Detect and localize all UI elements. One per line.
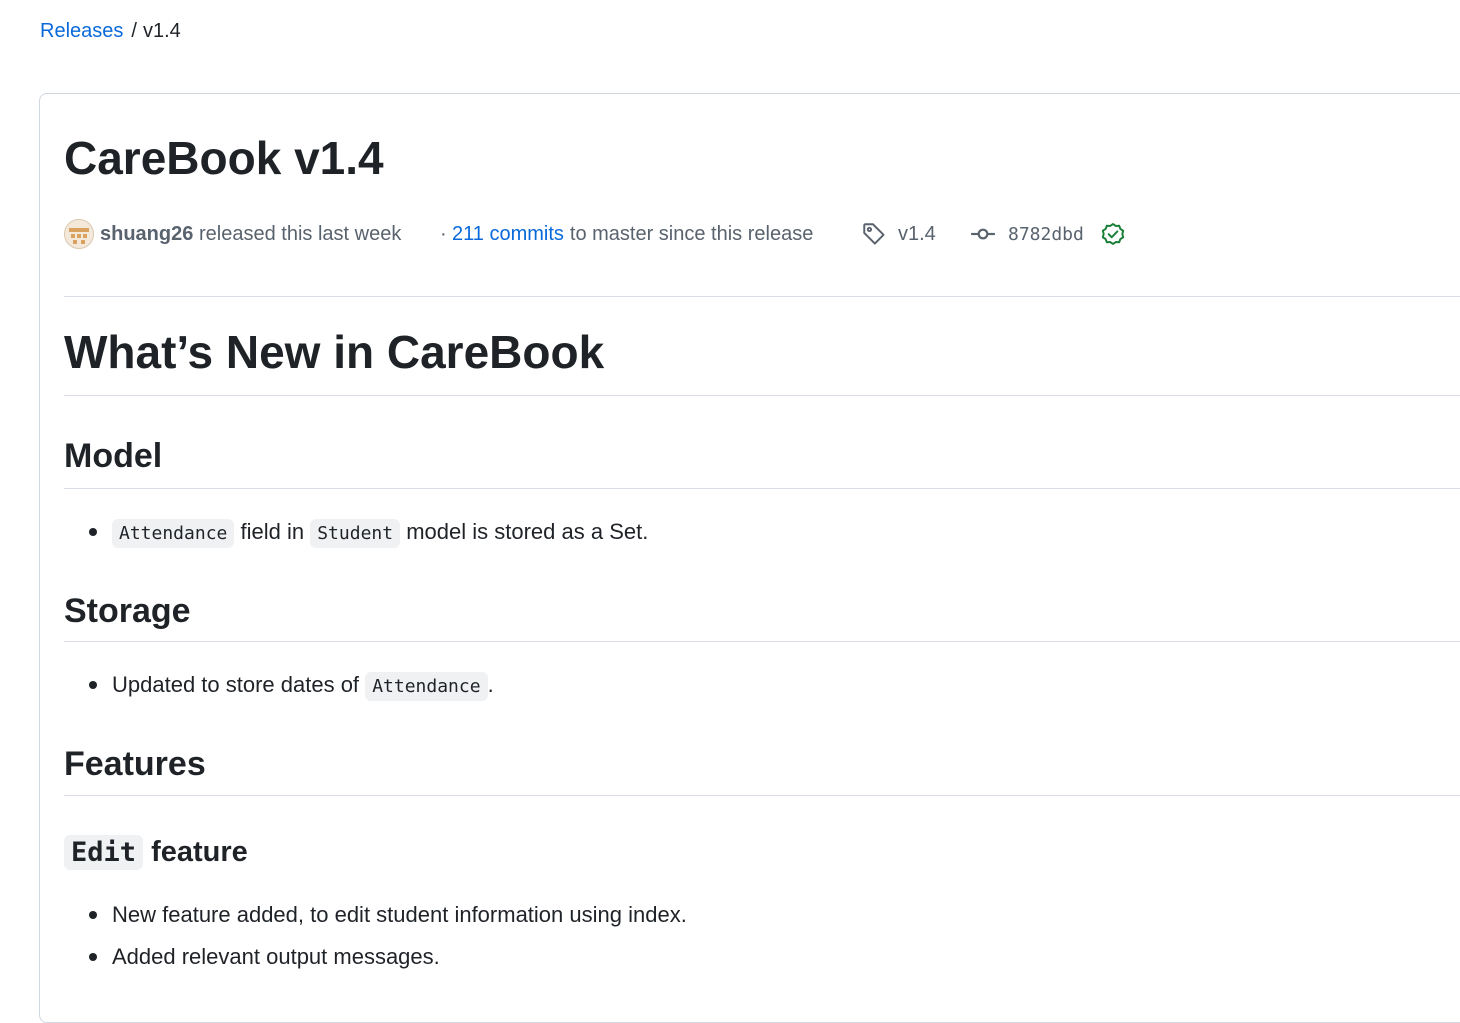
code-attendance: Attendance — [112, 519, 235, 548]
edit-feature-heading: Edit feature — [64, 832, 248, 873]
edit-feature-heading-text: feature — [151, 836, 248, 868]
list-item-text: model is stored as a Set. — [406, 519, 649, 544]
storage-list: Updated to store dates of Attendance. — [64, 664, 494, 708]
commit-sha-link[interactable]: 8782dbd — [1008, 216, 1084, 252]
tag-icon — [861, 216, 887, 252]
commits-link[interactable]: 211 commits — [452, 223, 564, 246]
meta-divider — [64, 296, 1460, 297]
model-heading: Model — [64, 437, 163, 475]
breadcrumb-releases-link[interactable]: Releases — [40, 20, 123, 42]
author-avatar[interactable] — [64, 219, 94, 249]
breadcrumb: Releases / v1.4 — [40, 18, 181, 44]
author-link[interactable]: shuang26 — [100, 216, 193, 252]
release-title[interactable]: CareBook v1.4 — [64, 130, 384, 186]
code-student: Student — [310, 519, 401, 548]
release-meta: shuang26 released this last week · 211 c… — [64, 216, 1460, 252]
notes-heading-rule — [64, 395, 1460, 396]
commits-text: to master since this release — [569, 222, 814, 245]
verified-check-icon[interactable] — [1100, 216, 1126, 252]
git-commit-icon — [970, 216, 996, 252]
commits-info: 211 commits to master since this release — [452, 216, 813, 252]
breadcrumb-separator: / — [131, 20, 137, 42]
edit-feature-list: New feature added, to edit student infor… — [64, 894, 687, 978]
model-heading-rule — [64, 488, 1460, 489]
storage-heading: Storage — [64, 592, 191, 630]
list-item: Added relevant output messages. — [64, 936, 687, 978]
code-edit: Edit — [64, 835, 144, 870]
meta-separator-dot: · — [440, 222, 447, 245]
model-list: Attendance field in Student model is sto… — [64, 511, 648, 555]
breadcrumb-current: v1.4 — [142, 20, 181, 42]
list-item-text: Updated to store dates of — [112, 672, 360, 697]
list-item: Updated to store dates of Attendance. — [64, 664, 494, 708]
code-attendance: Attendance — [365, 672, 488, 701]
avatar-image — [65, 220, 93, 248]
tag-link[interactable]: v1.4 — [898, 216, 936, 252]
released-text: released this last week — [199, 222, 402, 245]
list-item-text: field in — [240, 519, 305, 544]
features-heading-rule — [64, 795, 1460, 796]
notes-heading: What’s New in CareBook — [64, 326, 605, 378]
features-heading: Features — [64, 745, 206, 783]
list-item: Attendance field in Student model is sto… — [64, 511, 648, 555]
release-card: CareBook v1.4 shuang26 released this las… — [39, 93, 1460, 1023]
storage-heading-rule — [64, 641, 1460, 642]
list-item-text: . — [487, 672, 494, 697]
list-item: New feature added, to edit student infor… — [64, 894, 687, 936]
